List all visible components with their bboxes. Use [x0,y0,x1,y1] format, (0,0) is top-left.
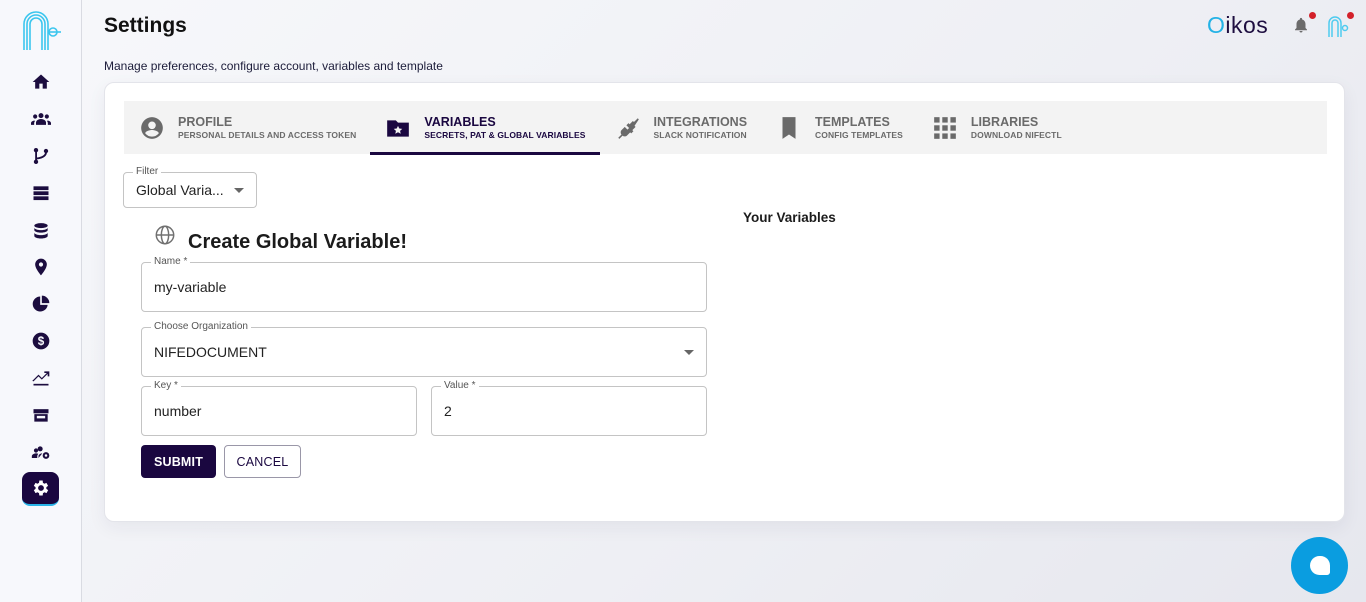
filter-value: Global Varia... [136,182,224,198]
tab-profile[interactable]: PROFILE PERSONAL DETAILS AND ACCESS TOKE… [124,101,370,154]
name-field[interactable]: Name * my-variable [141,256,707,312]
folder-star-icon [384,114,412,142]
group-icon [30,113,51,125]
value-field[interactable]: Value * 2 [431,380,707,436]
app-logo-icon[interactable] [20,10,62,52]
tab-sublabel: CONFIG TEMPLATES [815,129,903,140]
tab-label: VARIABLES [424,114,496,129]
bell-icon [1295,17,1307,33]
filter-label: Filter [133,166,162,177]
brand-rest: ikos [1225,12,1269,38]
database-icon [33,223,48,239]
key-label: Key * [151,380,181,391]
svg-text:$: $ [37,335,44,348]
tab-variables[interactable]: VARIABLES SECRETS, PAT & GLOBAL VARIABLE… [370,101,600,155]
sidebar-item-home[interactable] [22,65,59,99]
trending-icon [31,371,49,386]
tab-integrations[interactable]: INTEGRATIONS SLACK NOTIFICATION [600,101,762,154]
notification-badge [1309,12,1316,19]
users-gear-icon [31,446,49,459]
tab-label: TEMPLATES [815,114,890,129]
sidebar-item-settings[interactable] [22,472,59,506]
brand-logo: Oikos [1207,12,1268,39]
value-label: Value * [441,380,479,391]
page-title: Settings [104,14,187,37]
name-value: my-variable [154,279,227,295]
sidebar-item-database[interactable] [22,214,59,248]
tab-sublabel: SLACK NOTIFICATION [653,129,747,140]
tab-libraries[interactable]: LIBRARIES DOWNLOAD NIFECTL [917,101,1076,154]
page-subtitle: Manage preferences, configure account, v… [104,59,443,73]
key-field[interactable]: Key * number [141,380,417,436]
organization-value: NIFEDOCUMENT [154,344,267,360]
gear-icon [33,480,48,496]
account-circle-icon [138,114,166,142]
tab-label: INTEGRATIONS [653,114,748,129]
store-icon [33,409,48,422]
plug-icon [614,114,642,142]
organization-label: Choose Organization [151,321,251,332]
tab-sublabel: PERSONAL DETAILS AND ACCESS TOKEN [178,129,357,140]
user-avatar-icon[interactable] [1326,14,1350,38]
sidebar-item-metrics[interactable] [22,361,59,395]
tab-sublabel: SECRETS, PAT & GLOBAL VARIABLES [424,129,586,140]
sidebar-item-location[interactable] [22,250,59,284]
tab-templates[interactable]: TEMPLATES CONFIG TEMPLATES [761,101,917,154]
filter-select[interactable]: Filter Global Varia... [123,166,257,208]
sidebar-item-branches[interactable] [22,139,59,173]
avatar-badge [1347,12,1354,19]
settings-card: PROFILE PERSONAL DETAILS AND ACCESS TOKE… [104,82,1345,522]
chat-bubble-icon [1309,556,1330,575]
sidebar-item-servers[interactable] [22,176,59,210]
git-branch-icon [33,148,48,164]
bookmark-icon [775,114,803,142]
submit-button[interactable]: SUBMIT [141,445,216,478]
form-title: Create Global Variable! [188,231,407,253]
sidebar-item-user-management[interactable] [22,436,59,470]
sidebar-item-teams[interactable] [22,102,59,136]
chat-button[interactable] [1291,537,1348,594]
value-value: 2 [444,403,452,419]
chevron-down-icon [684,350,694,355]
location-pin-icon [34,258,47,276]
settings-tabs: PROFILE PERSONAL DETAILS AND ACCESS TOKE… [124,101,1327,155]
dollar-icon: $ [32,332,49,350]
notifications-button[interactable] [1292,16,1312,36]
your-variables-heading: Your Variables [743,210,836,225]
chevron-down-icon [234,188,244,193]
globe-icon [155,225,175,245]
tab-sublabel: DOWNLOAD NIFECTL [970,129,1062,140]
name-label: Name * [151,256,191,267]
tab-label: LIBRARIES [970,114,1039,129]
sidebar-item-analytics[interactable] [22,287,59,321]
sidebar: $ [0,0,82,602]
organization-select[interactable]: Choose Organization NIFEDOCUMENT [141,321,707,377]
home-icon [32,74,49,89]
sidebar-item-billing[interactable]: $ [22,324,59,358]
pie-chart-icon [32,295,49,312]
key-value: number [154,403,202,419]
brand-initial: O [1207,12,1226,38]
sidebar-item-store[interactable] [22,398,59,432]
cancel-button[interactable]: CANCEL [224,445,301,478]
apps-grid-icon [931,114,959,142]
tab-label: PROFILE [178,114,233,129]
server-icon [33,186,48,201]
